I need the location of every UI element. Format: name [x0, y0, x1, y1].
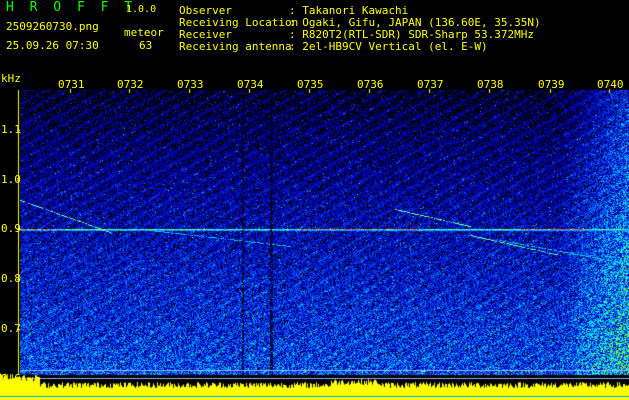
time-tick-label: 0740 [597, 78, 624, 91]
time-tick-label: 0731 [58, 78, 85, 91]
freq-tick-label: 1.1 [1, 123, 21, 136]
freq-unit-label: kHz [1, 72, 21, 85]
header-panel: H R O F F T 1.0.0 2509260730.png 25.09.2… [0, 0, 629, 80]
time-tick-label: 0733 [177, 78, 204, 91]
antenna-value: : 2el-HB9CV Vertical (el. E-W) [289, 40, 488, 53]
time-tick-label: 0739 [538, 78, 565, 91]
time-tick-label: 0735 [297, 78, 324, 91]
freq-tick-label: 0.9 [1, 222, 21, 235]
freq-tick-label: 1.0 [1, 173, 21, 186]
file-datetime: 25.09.26 07:30 [6, 39, 99, 52]
app-name: H R O F F T [6, 0, 137, 15]
time-tick-label: 0736 [357, 78, 384, 91]
freq-tick-label: 0.8 [1, 272, 21, 285]
time-tick-label: 0732 [117, 78, 144, 91]
antenna-label: Receiving antenna [179, 40, 292, 53]
meteor-count: 63 [139, 39, 153, 52]
file-name: 2509260730.png [6, 20, 99, 33]
freq-tick-label: 0.7 [1, 322, 21, 335]
time-tick-label: 0734 [237, 78, 264, 91]
freq-tick-label: 0.6 [1, 372, 21, 385]
time-tick-label: 0738 [477, 78, 504, 91]
time-tick-label: 0737 [417, 78, 444, 91]
meteor-label: meteor [124, 26, 164, 39]
app-version: 1.0.0 [126, 4, 157, 15]
